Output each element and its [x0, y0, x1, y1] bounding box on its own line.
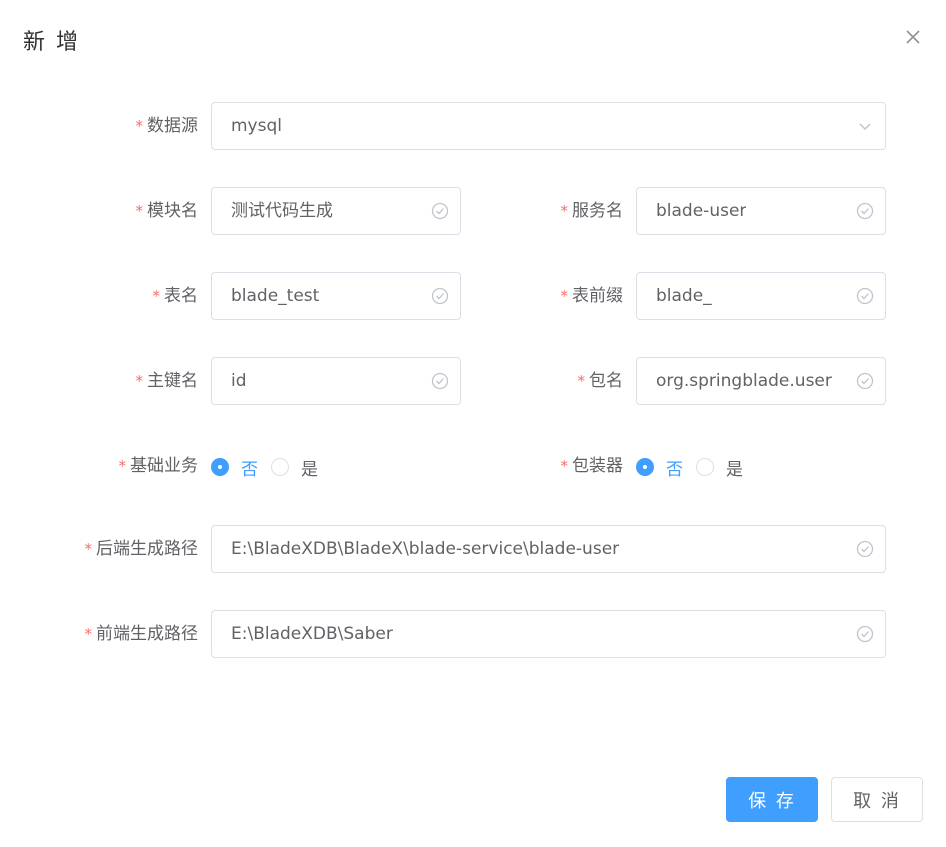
- frontend-path-field[interactable]: E:\BladeXDB\Saber: [211, 610, 886, 658]
- table-name-label: * 表名: [152, 286, 199, 306]
- module-name-label: * 模块名: [135, 201, 199, 221]
- table-name-value: blade_test: [231, 286, 320, 306]
- wrapper-label: * 包装器: [560, 456, 624, 476]
- check-circle-icon: [431, 372, 449, 390]
- module-name-field[interactable]: 测试代码生成: [211, 187, 461, 235]
- table-prefix-field[interactable]: blade_: [636, 272, 886, 320]
- base-business-radio-yes[interactable]: 是: [271, 455, 318, 480]
- required-mark: *: [135, 372, 144, 390]
- datasource-label: * 数据源: [135, 116, 199, 136]
- radio-label: 否: [241, 459, 258, 480]
- radio-label: 否: [666, 459, 683, 480]
- wrapper-radio-no[interactable]: 否: [636, 455, 683, 480]
- required-mark: *: [560, 287, 569, 305]
- backend-path-value: E:\BladeXDB\BladeX\blade-service\blade-u…: [231, 539, 620, 559]
- required-mark: *: [560, 457, 569, 475]
- radio-label: 是: [301, 459, 318, 480]
- backend-path-label: * 后端生成路径: [84, 539, 199, 559]
- service-name-label: * 服务名: [560, 201, 624, 221]
- required-mark: *: [135, 117, 144, 135]
- save-button[interactable]: 保 存: [726, 777, 818, 822]
- datasource-select[interactable]: mysql: [211, 102, 886, 150]
- table-prefix-value: blade_: [656, 286, 712, 306]
- check-circle-icon: [856, 372, 874, 390]
- check-circle-icon: [856, 625, 874, 643]
- base-business-radio-group: 否 是: [211, 452, 331, 482]
- check-circle-icon: [431, 202, 449, 220]
- close-icon[interactable]: [903, 27, 923, 47]
- service-name-field[interactable]: blade-user: [636, 187, 886, 235]
- table-prefix-label: * 表前缀: [560, 286, 624, 306]
- required-mark: *: [118, 457, 127, 475]
- table-name-field[interactable]: blade_test: [211, 272, 461, 320]
- check-circle-icon: [856, 287, 874, 305]
- package-name-label: * 包名: [577, 371, 624, 391]
- frontend-path-label: * 前端生成路径: [84, 624, 199, 644]
- radio-dot[interactable]: [211, 458, 229, 476]
- required-mark: *: [560, 202, 569, 220]
- module-name-value: 测试代码生成: [231, 201, 333, 221]
- package-name-field[interactable]: org.springblade.user: [636, 357, 886, 405]
- check-circle-icon: [856, 202, 874, 220]
- base-business-radio-no[interactable]: 否: [211, 455, 258, 480]
- base-business-label: * 基础业务: [118, 456, 199, 476]
- frontend-path-value: E:\BladeXDB\Saber: [231, 624, 393, 644]
- required-mark: *: [84, 540, 93, 558]
- primary-key-field[interactable]: id: [211, 357, 461, 405]
- primary-key-value: id: [231, 371, 247, 391]
- wrapper-radio-group: 否 是: [636, 452, 756, 482]
- chevron-down-icon[interactable]: [856, 117, 874, 135]
- datasource-value: mysql: [231, 116, 282, 136]
- radio-dot[interactable]: [636, 458, 654, 476]
- dialog-title: 新 增: [23, 30, 80, 55]
- required-mark: *: [577, 372, 586, 390]
- package-name-value: org.springblade.user: [656, 371, 832, 391]
- primary-key-label: * 主键名: [135, 371, 199, 391]
- required-mark: *: [84, 625, 93, 643]
- required-mark: *: [152, 287, 161, 305]
- radio-dot[interactable]: [696, 458, 714, 476]
- required-mark: *: [135, 202, 144, 220]
- radio-dot[interactable]: [271, 458, 289, 476]
- radio-label: 是: [726, 459, 743, 480]
- wrapper-radio-yes[interactable]: 是: [696, 455, 743, 480]
- backend-path-field[interactable]: E:\BladeXDB\BladeX\blade-service\blade-u…: [211, 525, 886, 573]
- cancel-button[interactable]: 取 消: [831, 777, 923, 822]
- check-circle-icon: [856, 540, 874, 558]
- check-circle-icon: [431, 287, 449, 305]
- service-name-value: blade-user: [656, 201, 747, 221]
